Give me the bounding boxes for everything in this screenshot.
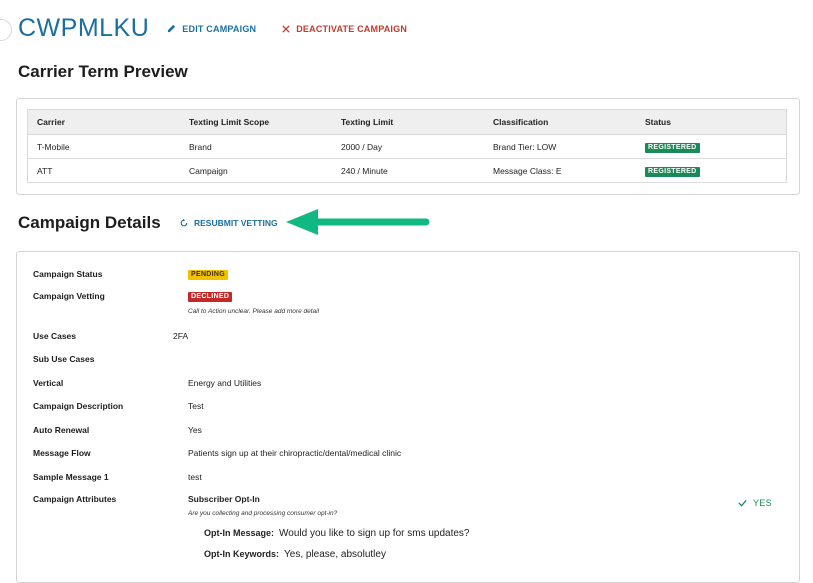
optin-question: Are you collecting and processing consum… (188, 510, 338, 517)
sample-message-label: Sample Message 1 (33, 472, 109, 482)
table-row: ATT Campaign 240 / Minute Message Class:… (27, 158, 787, 183)
sidebar-collapse-handle[interactable] (0, 19, 12, 41)
message-flow-value: Patients sign up at their chiropractic/d… (188, 448, 402, 458)
campaign-header: CWPMLKU EDIT CAMPAIGN DEACTIVATE CAMPAIG… (18, 14, 407, 43)
cell-scope: Brand (180, 134, 332, 159)
campaign-vetting-value: DECLINED (188, 290, 233, 302)
subscriber-optin-title: Subscriber Opt-In (188, 494, 260, 504)
optin-keywords-value: Yes, please, absolutley (284, 549, 386, 560)
vertical-label: Vertical (33, 378, 64, 388)
optin-keywords-label: Opt-In Keywords: (204, 549, 280, 559)
cell-carrier: ATT (27, 158, 180, 183)
optin-answer-text: YES (753, 498, 772, 508)
cell-scope: Campaign (180, 158, 332, 183)
vertical-value: Energy and Utilities (188, 378, 262, 388)
column-header-status: Status (636, 109, 787, 135)
status-badge: REGISTERED (645, 166, 700, 177)
optin-keywords-line: Opt-In Keywords: Yes, please, absolutley (204, 549, 386, 560)
optin-answer: YES (738, 498, 772, 508)
campaign-status-label: Campaign Status (33, 269, 103, 279)
campaign-description-value: Test (188, 401, 204, 411)
sub-use-cases-label: Sub Use Cases (33, 354, 95, 364)
cell-status: REGISTERED (636, 158, 787, 183)
column-header-limit: Texting Limit (332, 109, 484, 135)
cell-classification: Brand Tier: LOW (484, 134, 636, 159)
table-row: T-Mobile Brand 2000 / Day Brand Tier: LO… (27, 134, 787, 159)
check-icon (738, 499, 747, 507)
deactivate-campaign-label: DEACTIVATE CAMPAIGN (296, 23, 408, 34)
status-badge: PENDING (188, 270, 228, 280)
arrow-annotation-icon (286, 209, 430, 235)
sample-message-value: test (188, 472, 202, 482)
carrier-term-preview-heading: Carrier Term Preview (18, 62, 188, 81)
column-header-carrier: Carrier (27, 109, 180, 135)
carrier-term-panel: Carrier Texting Limit Scope Texting Limi… (16, 98, 800, 195)
optin-message-line: Opt-In Message: Would you like to sign up… (204, 528, 470, 539)
optin-message-value: Would you like to sign up for sms update… (279, 528, 470, 539)
message-flow-label: Message Flow (33, 448, 91, 458)
optin-message-label: Opt-In Message: (204, 528, 275, 538)
vetting-note: Call to Action unclear. Please add more … (188, 308, 320, 315)
cell-limit: 240 / Minute (332, 158, 484, 183)
resubmit-vetting-label: RESUBMIT VETTING (194, 218, 278, 228)
campaign-description-label: Campaign Description (33, 401, 124, 411)
table-header-row: Carrier Texting Limit Scope Texting Limi… (27, 109, 787, 135)
edit-campaign-button[interactable]: EDIT CAMPAIGN (167, 24, 256, 34)
campaign-vetting-label: Campaign Vetting (33, 291, 105, 301)
use-cases-label: Use Cases (33, 331, 77, 341)
cell-status: REGISTERED (636, 134, 787, 159)
carrier-term-table: Carrier Texting Limit Scope Texting Limi… (27, 109, 787, 183)
campaign-id-title: CWPMLKU (18, 14, 150, 42)
campaign-details-heading: Campaign Details (18, 213, 161, 232)
status-badge: REGISTERED (645, 142, 700, 153)
column-header-classification: Classification (484, 109, 636, 135)
cell-carrier: T-Mobile (27, 134, 180, 159)
auto-renewal-label: Auto Renewal (33, 425, 90, 435)
edit-campaign-label: EDIT CAMPAIGN (182, 23, 257, 34)
refresh-icon (180, 219, 188, 227)
campaign-status-value: PENDING (188, 268, 228, 280)
use-cases-value: 2FA (173, 331, 189, 341)
campaign-attributes-label: Campaign Attributes (33, 494, 117, 504)
auto-renewal-value: Yes (188, 425, 202, 435)
cell-classification: Message Class: E (484, 158, 636, 183)
close-icon (282, 24, 290, 33)
pencil-icon (167, 24, 176, 33)
column-header-scope: Texting Limit Scope (180, 109, 332, 135)
status-badge: DECLINED (188, 292, 233, 302)
cell-limit: 2000 / Day (332, 134, 484, 159)
deactivate-campaign-button[interactable]: DEACTIVATE CAMPAIGN (282, 24, 407, 34)
resubmit-vetting-button[interactable]: RESUBMIT VETTING (180, 218, 278, 228)
